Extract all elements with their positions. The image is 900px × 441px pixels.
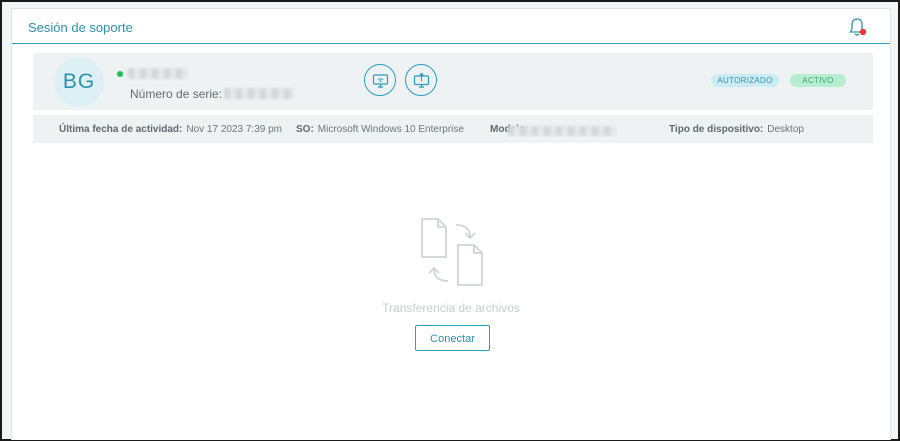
device-info-bar: Última fecha de actividad: Nov 17 2023 7:… (33, 115, 873, 143)
device-card: BG Número de serie: AUTORIZADO ACTIVO (33, 53, 873, 110)
os-label: SO: (296, 124, 314, 135)
connect-button[interactable]: Conectar (415, 325, 490, 351)
page-title: Sesión de soporte (28, 20, 133, 35)
file-transfer-label: Transferencia de archivos (382, 301, 520, 315)
last-activity-label: Última fecha de actividad: (59, 124, 183, 135)
model-value-redacted (508, 126, 616, 136)
panel-header: Sesión de soporte (12, 9, 890, 44)
authorized-badge: AUTORIZADO (711, 74, 779, 87)
serial-number-redacted (224, 88, 294, 99)
remote-desktop-icon (372, 74, 389, 88)
last-activity-info: Última fecha de actividad: Nov 17 2023 7:… (59, 124, 282, 135)
file-transfer-illustration-icon (418, 217, 490, 291)
notification-dot-icon (859, 28, 867, 36)
file-transfer-button[interactable] (405, 64, 437, 96)
avatar: BG (54, 57, 104, 107)
os-info: SO: Microsoft Windows 10 Enterprise (296, 124, 464, 135)
os-value: Microsoft Windows 10 Enterprise (317, 124, 464, 135)
active-badge: ACTIVO (790, 74, 846, 87)
support-session-panel: Sesión de soporte BG Número de serie: AU… (11, 8, 891, 440)
device-type-info: Tipo de dispositivo: Desktop (669, 124, 804, 135)
online-status-icon (117, 71, 123, 77)
bell-icon[interactable] (848, 17, 868, 39)
last-activity-value: Nov 17 2023 7:39 pm (186, 124, 282, 135)
file-transfer-icon (413, 72, 430, 88)
serial-number-label: Número de serie: (130, 87, 223, 101)
device-type-value: Desktop (767, 124, 804, 135)
device-name-redacted (128, 68, 188, 79)
device-type-label: Tipo de dispositivo: (669, 124, 764, 135)
remote-desktop-button[interactable] (364, 64, 396, 96)
